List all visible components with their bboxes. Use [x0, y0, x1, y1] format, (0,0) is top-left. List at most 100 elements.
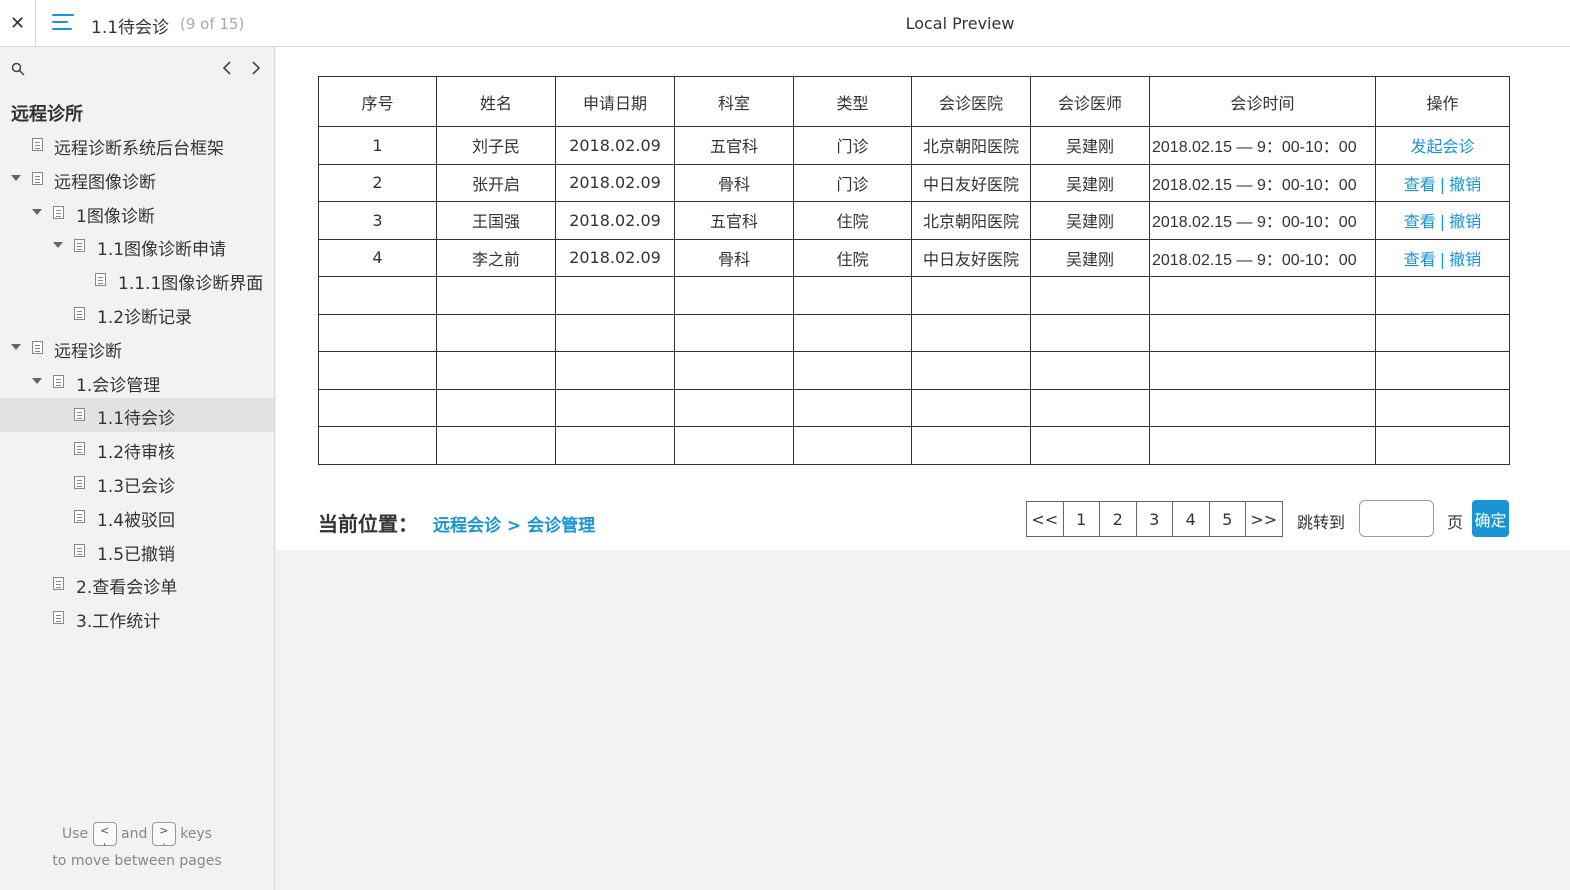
sidebar-item-label: 1.1待会诊: [97, 409, 176, 430]
cell-date: 2018.02.09: [555, 126, 675, 165]
page-number-button[interactable]: 2: [1099, 501, 1137, 537]
prev-key-icon: <,: [92, 822, 117, 847]
sidebar-item[interactable]: 远程诊断系统后台框架: [0, 128, 274, 162]
page-number-button[interactable]: 5: [1208, 501, 1246, 537]
caret-down-icon[interactable]: [32, 377, 42, 384]
column-header: 操作: [1375, 76, 1510, 127]
cancel-link[interactable]: 撤销: [1449, 212, 1481, 231]
cell-time: 2018.02.15 — 9：00-10：00: [1149, 163, 1376, 202]
page-number-button[interactable]: 3: [1135, 501, 1173, 537]
sidebar-item-label: 1.1图像诊断申请: [97, 240, 227, 261]
cell-doctor: 吴建刚: [1030, 238, 1150, 277]
jump-page-input[interactable]: [1359, 500, 1434, 537]
sidebar-item-label: 1.5已撤销: [97, 544, 176, 565]
cell-doctor: 吴建刚: [1030, 163, 1150, 202]
sidebar-item[interactable]: 1.4被驳回: [0, 500, 274, 534]
empty-cell: [911, 388, 1031, 427]
first-page-button[interactable]: <<: [1026, 501, 1064, 537]
sidebar-item-label: 1图像诊断: [76, 206, 155, 227]
empty-table-row: [318, 388, 1510, 427]
cell-dept: 骨科: [674, 238, 794, 277]
cell-hospital: 中日友好医院: [911, 238, 1031, 277]
cancel-link[interactable]: 撤销: [1449, 175, 1481, 194]
sidebar-item[interactable]: 1.会诊管理: [0, 365, 274, 399]
view-link[interactable]: 查看: [1404, 212, 1436, 231]
cell-type: 门诊: [793, 126, 912, 165]
sidebar-item-label: 1.1.1图像诊断界面: [118, 274, 264, 295]
page-icon: [74, 509, 85, 523]
caret-down-icon[interactable]: [32, 208, 42, 215]
cell-name: 张开启: [436, 163, 556, 202]
sidebar-item[interactable]: 2.查看会诊单: [0, 567, 274, 601]
empty-cell: [911, 351, 1031, 390]
empty-cell: [1375, 276, 1510, 315]
page-icon: [53, 577, 64, 591]
empty-table-row: [318, 276, 1510, 315]
caret-down-icon[interactable]: [53, 242, 63, 249]
empty-cell: [436, 426, 556, 465]
sidebar-item[interactable]: 1.1.1图像诊断界面: [0, 263, 274, 297]
sidebar-item[interactable]: 1.1图像诊断申请: [0, 229, 274, 263]
cell-actions: 发起会诊: [1375, 126, 1510, 165]
sidebar-item[interactable]: 1.1待会诊: [0, 398, 274, 433]
cell-doctor: 吴建刚: [1030, 201, 1150, 240]
cell-type: 门诊: [793, 163, 912, 202]
sidebar-item[interactable]: 3.工作统计: [0, 601, 274, 635]
empty-cell: [436, 351, 556, 390]
sidebar-item[interactable]: 1图像诊断: [0, 196, 274, 230]
search-icon[interactable]: [11, 62, 25, 76]
breadcrumb[interactable]: 远程会诊 > 会诊管理: [433, 511, 595, 536]
sidebar-item[interactable]: 1.5已撤销: [0, 534, 274, 568]
empty-cell: [911, 276, 1031, 315]
cancel-link[interactable]: 撤销: [1449, 250, 1481, 269]
table-row: 3 王国强 2018.02.09 五官科 住院 北京朝阳医院 吴建刚 2018.02.15 —…: [318, 201, 1510, 240]
sidebar-item[interactable]: 1.3已会诊: [0, 466, 274, 500]
start-consultation-link[interactable]: 发起会诊: [1410, 137, 1474, 156]
empty-cell: [555, 313, 675, 352]
empty-cell: [1149, 313, 1376, 352]
close-button[interactable]: ✕: [0, 0, 36, 46]
cell-no: 2: [318, 163, 437, 202]
hamburger-menu-icon[interactable]: [52, 14, 74, 32]
table-row: 1 刘子民 2018.02.09 五官科 门诊 北京朝阳医院 吴建刚 2018.02.15 —…: [318, 126, 1510, 165]
empty-cell: [1030, 388, 1150, 427]
sidebar-item[interactable]: 1.2待审核: [0, 432, 274, 466]
confirm-button[interactable]: 确定: [1472, 500, 1509, 537]
page-icon: [53, 611, 64, 625]
page-number-button[interactable]: 4: [1172, 501, 1210, 537]
next-page-icon[interactable]: [246, 57, 266, 79]
caret-down-icon[interactable]: [11, 174, 21, 181]
cell-time: 2018.02.15 — 9：00-10：00: [1149, 238, 1376, 277]
empty-cell: [1030, 426, 1150, 465]
page-icon: [32, 171, 43, 185]
top-bar: ✕ 1.1待会诊 (9 of 15) Local Preview: [0, 0, 1570, 47]
empty-cell: [674, 351, 794, 390]
column-header: 会诊医院: [911, 76, 1031, 127]
empty-cell: [555, 388, 675, 427]
sidebar-item[interactable]: 远程诊断: [0, 331, 274, 365]
cell-actions: 查看 | 撤销: [1375, 163, 1510, 202]
sidebar-item[interactable]: 1.2诊断记录: [0, 297, 274, 331]
empty-cell: [555, 351, 675, 390]
empty-cell: [555, 426, 675, 465]
view-link[interactable]: 查看: [1404, 250, 1436, 269]
hint-text-keys: keys: [180, 826, 213, 842]
action-separator: |: [1439, 174, 1446, 194]
site-title: 远程诊所: [11, 104, 83, 125]
page-number-button[interactable]: 1: [1062, 501, 1100, 537]
table-row: 2 张开启 2018.02.09 骨科 门诊 中日友好医院 吴建刚 2018.02.15 — …: [318, 163, 1510, 202]
cell-type: 住院: [793, 201, 912, 240]
cell-time: 2018.02.15 — 9：00-10：00: [1149, 126, 1376, 165]
column-header: 序号: [318, 76, 437, 127]
empty-cell: [1030, 351, 1150, 390]
sidebar-item[interactable]: 远程图像诊断: [0, 162, 274, 196]
caret-down-icon[interactable]: [11, 343, 21, 350]
empty-cell: [318, 351, 437, 390]
action-separator: |: [1439, 212, 1446, 232]
last-page-button[interactable]: >>: [1245, 501, 1283, 537]
cell-date: 2018.02.09: [555, 201, 675, 240]
previous-page-icon[interactable]: [217, 57, 237, 79]
empty-cell: [1149, 426, 1376, 465]
sidebar-item-label: 2.查看会诊单: [76, 578, 178, 599]
view-link[interactable]: 查看: [1404, 175, 1436, 194]
